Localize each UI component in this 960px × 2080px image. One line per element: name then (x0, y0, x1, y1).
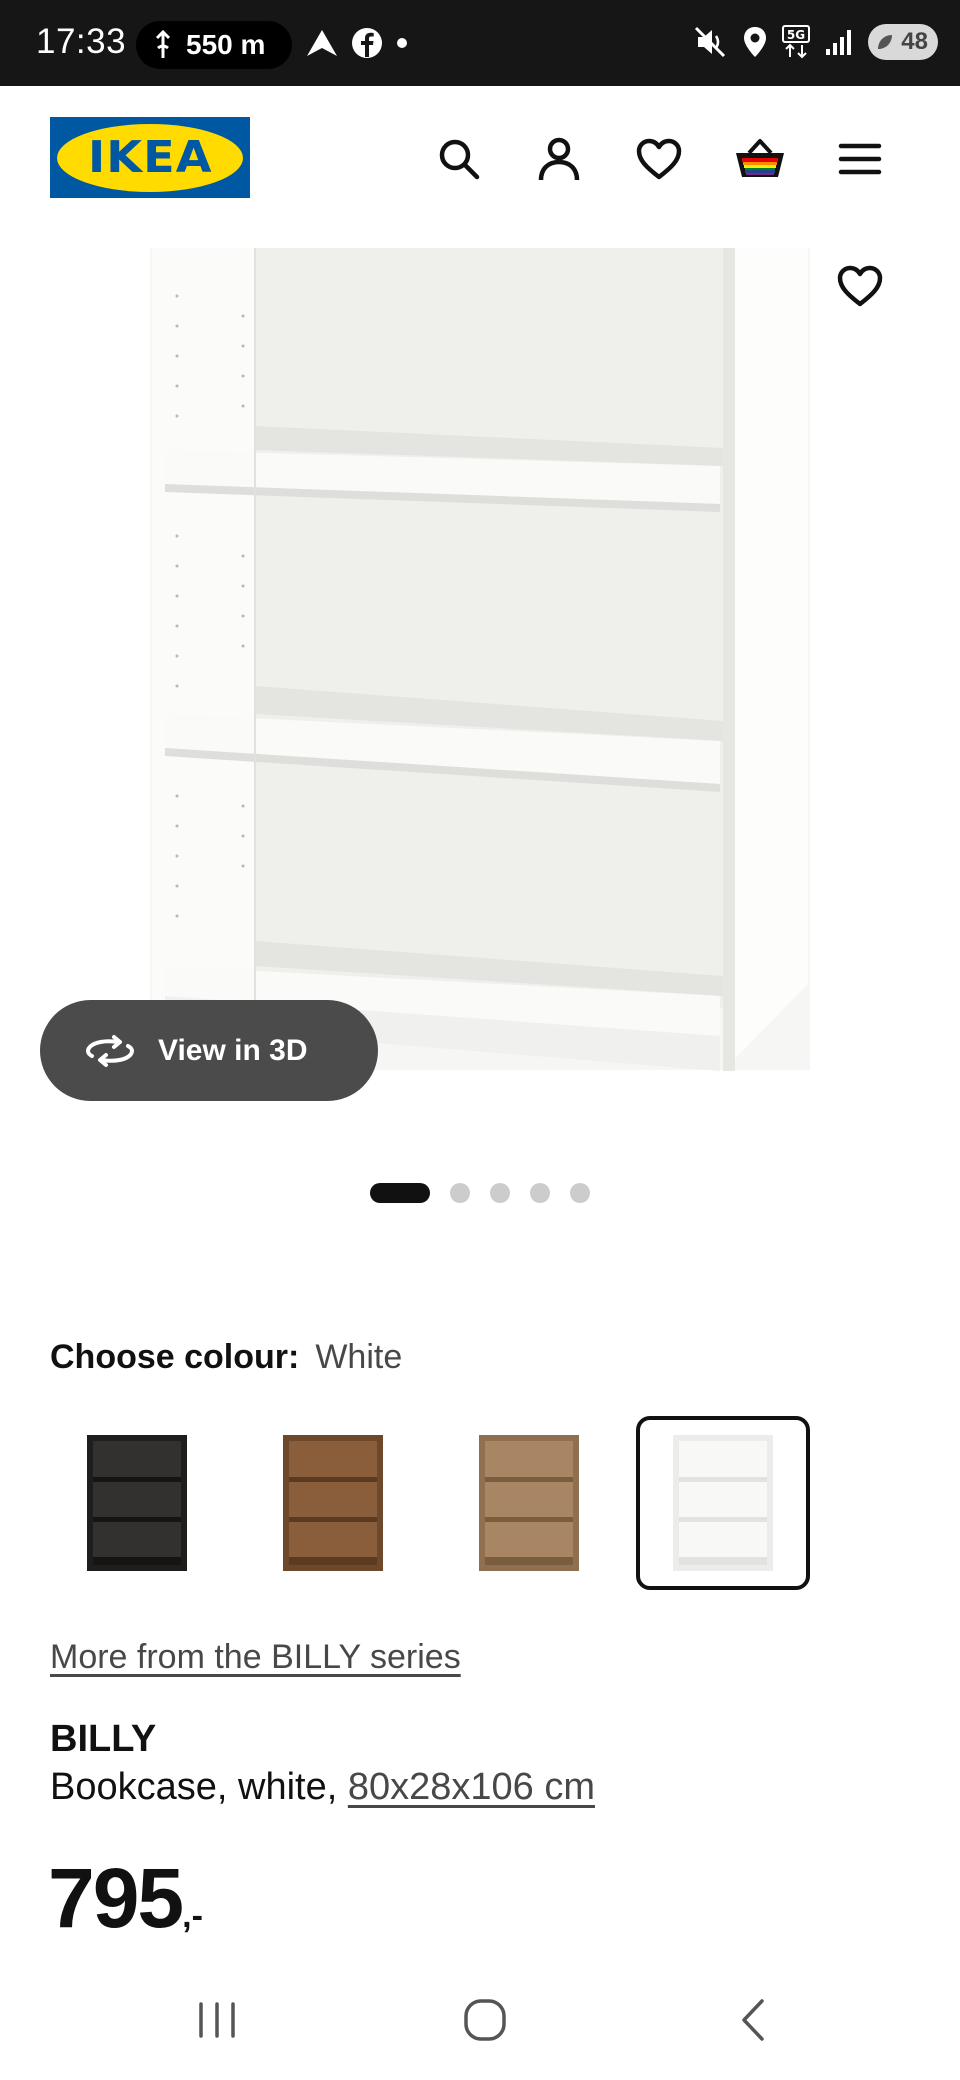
maps-icon (307, 30, 337, 56)
series-link[interactable]: More from the BILLY series (50, 1638, 461, 1677)
battery-icon: 48 (868, 24, 938, 60)
bookcase-thumbnail (673, 1435, 773, 1571)
colour-chooser: Choose colour: White (50, 1338, 402, 1377)
signal-icon (826, 30, 851, 55)
bookcase-thumbnail (479, 1435, 579, 1571)
view-in-3d-label: View in 3D (158, 1033, 308, 1067)
site-header: IKEA (0, 86, 960, 236)
product-price: 795,- (48, 1850, 203, 1947)
colour-swatch-black-brown[interactable] (50, 1416, 224, 1590)
colour-swatch-brown-walnut[interactable] (246, 1416, 420, 1590)
favourite-button[interactable] (830, 256, 890, 316)
basket-icon[interactable] (730, 129, 790, 189)
product-name: BILLY (50, 1718, 157, 1760)
ikea-logo[interactable]: IKEA (50, 117, 250, 198)
back-icon[interactable] (714, 1990, 794, 2050)
gallery-dot[interactable] (570, 1183, 590, 1203)
5g-icon: 5G (782, 25, 810, 59)
gallery-dot[interactable] (490, 1183, 510, 1203)
logo-text: IKEA (87, 132, 213, 183)
home-icon[interactable] (445, 1990, 525, 2050)
battery-level: 48 (901, 28, 928, 55)
system-navbar (0, 1960, 960, 2080)
view-in-3d-button[interactable]: View in 3D (40, 1000, 378, 1101)
facebook-icon (352, 28, 382, 58)
colour-swatch-oak-effect[interactable] (442, 1416, 616, 1590)
heart-icon (837, 265, 883, 307)
gallery-dot[interactable] (530, 1183, 550, 1203)
colour-selected-value: White (315, 1338, 403, 1376)
gallery-dot[interactable] (370, 1183, 430, 1203)
navigation-icon (155, 30, 171, 58)
location-icon (744, 27, 766, 57)
search-icon[interactable] (429, 129, 489, 189)
navigation-pill[interactable]: 550 m (136, 21, 292, 69)
product-size-link[interactable]: 80x28x106 cm (348, 1766, 595, 1808)
mute-icon (694, 26, 726, 58)
menu-icon[interactable] (830, 129, 890, 189)
recent-apps-icon[interactable] (177, 1990, 257, 2050)
gallery-dot[interactable] (450, 1183, 470, 1203)
gallery-pagination (0, 1180, 960, 1203)
heart-icon[interactable] (629, 129, 689, 189)
dot-icon (397, 38, 407, 48)
price-suffix: ,- (182, 1897, 203, 1935)
colour-label: Choose colour: (50, 1338, 300, 1376)
svg-text:5G: 5G (787, 28, 805, 42)
colour-swatch-white[interactable] (636, 1416, 810, 1590)
rotate-3d-icon (86, 1034, 134, 1067)
product-gallery[interactable]: View in 3D (0, 236, 960, 1203)
navigation-distance: 550 m (186, 29, 266, 60)
logo-oval: IKEA (57, 123, 243, 192)
price-value: 795 (48, 1851, 184, 1945)
bookcase-thumbnail (283, 1435, 383, 1571)
status-time: 17:33 (36, 22, 127, 61)
product-description: Bookcase, white, 80x28x106 cm (50, 1766, 595, 1809)
status-bar: 17:33 550 m 5G 48 (0, 0, 960, 86)
product-type: Bookcase, white, (50, 1766, 338, 1808)
bookcase-thumbnail (87, 1435, 187, 1571)
account-icon[interactable] (529, 129, 589, 189)
